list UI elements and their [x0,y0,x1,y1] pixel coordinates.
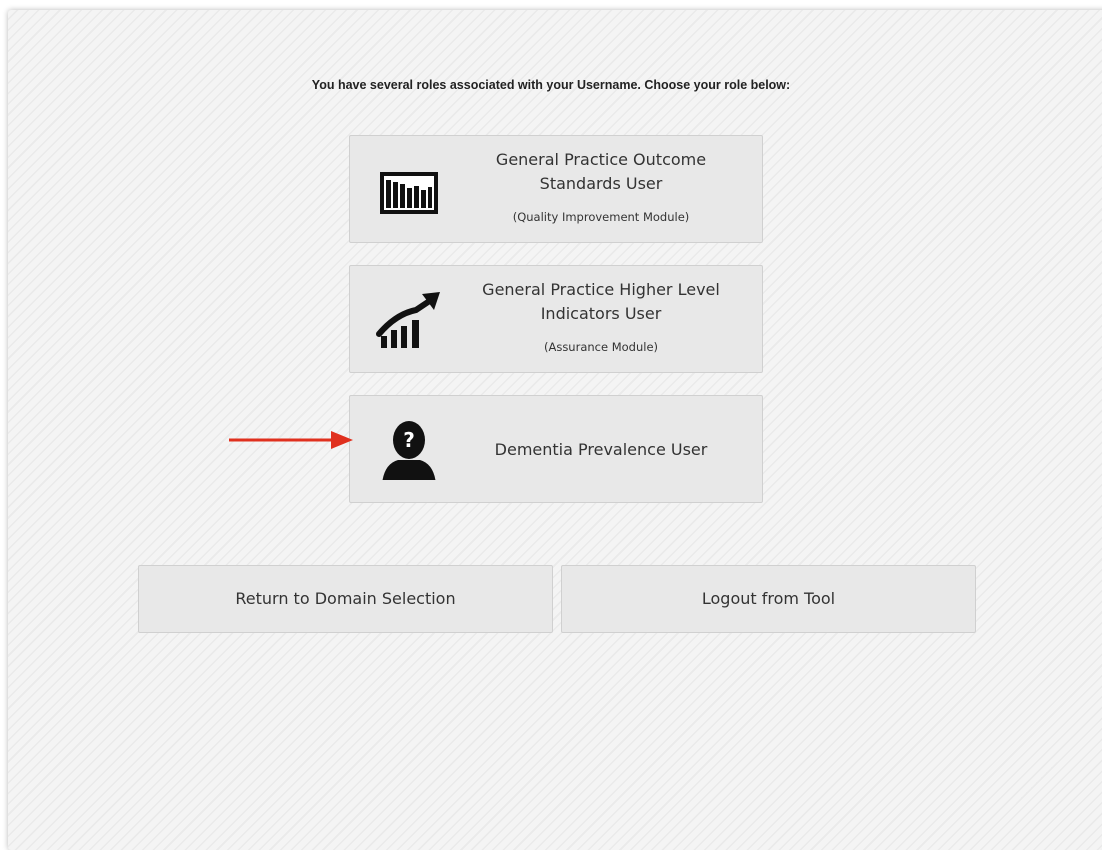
unknown-person-icon: ? [376,420,442,484]
trending-up-chart-icon [376,290,442,350]
annotation-arrow-icon [229,431,353,449]
role-button-outcome-standards[interactable]: General Practice Outcome Standards User … [349,135,763,243]
role-prompt: You have several roles associated with y… [311,78,791,92]
role-text-outcome-standards: General Practice Outcome Standards User … [458,148,744,224]
role-title: Dementia Prevalence User [494,440,708,459]
role-button-dementia-prevalence[interactable]: ? Dementia Prevalence User [349,395,763,503]
return-to-domain-selection-button[interactable]: Return to Domain Selection [138,565,553,633]
role-title-line2: Standards User [539,174,663,193]
role-title-line1: General Practice Outcome [495,150,707,169]
role-subtitle: (Quality Improvement Module) [512,210,690,224]
role-subtitle: (Assurance Module) [543,340,659,354]
role-button-higher-level-indicators[interactable]: General Practice Higher Level Indicators… [349,265,763,373]
logout-button[interactable]: Logout from Tool [561,565,976,633]
svg-text:?: ? [403,428,415,452]
role-text-higher-level-indicators: General Practice Higher Level Indicators… [458,278,744,354]
role-title-line1: General Practice Higher Level [482,280,720,299]
role-title-line2: Indicators User [540,304,662,323]
bar-chart-icon [376,160,442,220]
